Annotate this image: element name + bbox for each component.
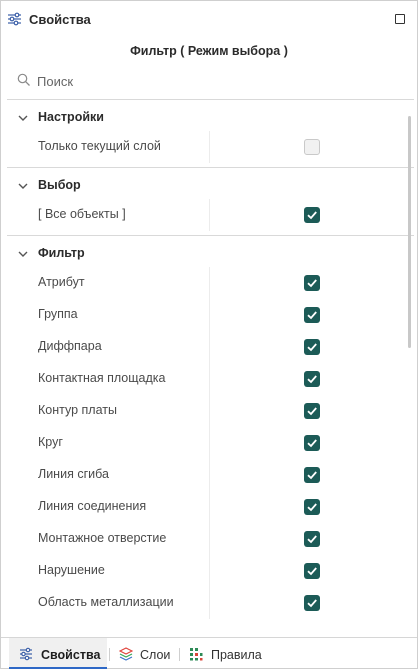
chevron-down-icon — [18, 183, 28, 189]
vertical-scrollbar[interactable] — [408, 116, 411, 348]
checkbox-filter-circle[interactable] — [304, 435, 320, 451]
list-item: Атрибут — [1, 267, 401, 299]
column-separator — [209, 131, 210, 163]
properties-panel: Свойства Фильтр ( Режим выбора ) Настрой… — [0, 0, 418, 669]
property-label: Группа — [38, 307, 78, 321]
section-title: Фильтр — [38, 246, 85, 260]
checkbox-filter-violation[interactable] — [304, 563, 320, 579]
section-header-filter[interactable]: Фильтр — [1, 242, 417, 266]
checkmark-icon — [307, 311, 317, 320]
column-separator — [209, 199, 210, 231]
list-item: [ Все объекты ] — [1, 199, 401, 231]
checkmark-icon — [307, 599, 317, 608]
property-label: Атрибут — [38, 275, 85, 289]
section-header-settings[interactable]: Настройки — [1, 106, 417, 130]
checkmark-icon — [307, 439, 317, 448]
column-separator — [209, 491, 210, 523]
bottom-tab-bar: Свойства Слои Правила — [1, 637, 417, 669]
property-label: Только текущий слой — [38, 139, 161, 153]
column-separator — [209, 331, 210, 363]
property-label: Контактная площадка — [38, 371, 166, 385]
divider — [7, 235, 414, 236]
column-separator — [209, 299, 210, 331]
checkbox-filter-attribute[interactable] — [304, 275, 320, 291]
column-separator — [209, 555, 210, 587]
tab-label: Слои — [140, 648, 171, 662]
search-input[interactable] — [37, 71, 397, 91]
column-separator — [209, 459, 210, 491]
panel-title: Свойства — [29, 12, 91, 27]
property-label: Диффпара — [38, 339, 102, 353]
column-separator — [209, 395, 210, 427]
panel-titlebar: Свойства — [1, 1, 417, 37]
checkbox-filter-connection-line[interactable] — [304, 499, 320, 515]
tab-label: Свойства — [41, 648, 101, 662]
checkmark-icon — [307, 535, 317, 544]
checkbox-filter-bend-line[interactable] — [304, 467, 320, 483]
property-label: [ Все объекты ] — [38, 207, 126, 221]
section-header-selection[interactable]: Выбор — [1, 174, 417, 198]
checkbox-filter-metallization-area[interactable] — [304, 595, 320, 611]
tab-properties[interactable]: Свойства — [9, 638, 107, 669]
chevron-down-icon — [18, 251, 28, 257]
sliders-icon — [8, 12, 21, 26]
section-title: Выбор — [38, 178, 81, 192]
filter-mode-title: Фильтр ( Режим выбора ) — [130, 44, 288, 58]
divider — [7, 99, 414, 100]
property-label: Линия соединения — [38, 499, 147, 513]
section-title: Настройки — [38, 110, 104, 124]
list-item: Контур платы — [1, 395, 401, 427]
tab-layers[interactable]: Слои — [111, 638, 179, 669]
property-label: Монтажное отверстие — [38, 531, 167, 545]
search-icon — [17, 73, 30, 86]
column-separator — [209, 363, 210, 395]
checkbox-filter-diffpair[interactable] — [304, 339, 320, 355]
checkbox-filter-pad[interactable] — [304, 371, 320, 387]
list-item: Группа — [1, 299, 401, 331]
list-item: Только текущий слой — [1, 131, 401, 163]
sliders-icon — [20, 647, 32, 661]
checkbox-filter-mounting-hole[interactable] — [304, 531, 320, 547]
checkbox-current-layer-only[interactable] — [304, 139, 320, 155]
checkmark-icon — [307, 407, 317, 416]
checkmark-icon — [307, 279, 317, 288]
checkmark-icon — [307, 343, 317, 352]
list-item: Круг — [1, 427, 401, 459]
rules-grid-icon — [190, 648, 203, 661]
checkmark-icon — [307, 471, 317, 480]
column-separator — [209, 267, 210, 299]
property-label: Контур платы — [38, 403, 117, 417]
list-item: Нарушение — [1, 555, 401, 587]
column-separator — [209, 523, 210, 555]
list-item: Линия сгиба — [1, 459, 401, 491]
tab-rules[interactable]: Правила — [181, 638, 271, 669]
property-label: Круг — [38, 435, 63, 449]
checkmark-icon — [307, 503, 317, 512]
column-separator — [209, 587, 210, 619]
checkbox-filter-group[interactable] — [304, 307, 320, 323]
maximize-icon[interactable] — [395, 14, 405, 24]
search-box — [15, 71, 405, 91]
property-label: Нарушение — [38, 563, 105, 577]
column-separator — [209, 427, 210, 459]
checkmark-icon — [307, 567, 317, 576]
list-item: Линия соединения — [1, 491, 401, 523]
divider — [7, 167, 414, 168]
list-item: Область металлизации — [1, 587, 401, 619]
chevron-down-icon — [18, 115, 28, 121]
tab-separator — [179, 648, 180, 661]
checkbox-filter-board-outline[interactable] — [304, 403, 320, 419]
property-label: Область металлизации — [38, 595, 174, 609]
tab-separator — [109, 648, 110, 661]
list-item: Диффпара — [1, 331, 401, 363]
property-label: Линия сгиба — [38, 467, 109, 481]
tab-label: Правила — [211, 648, 262, 662]
checkmark-icon — [307, 211, 317, 220]
checkbox-all-objects[interactable] — [304, 207, 320, 223]
layers-icon — [119, 647, 133, 661]
list-item: Контактная площадка — [1, 363, 401, 395]
list-item: Монтажное отверстие — [1, 523, 401, 555]
checkmark-icon — [307, 375, 317, 384]
